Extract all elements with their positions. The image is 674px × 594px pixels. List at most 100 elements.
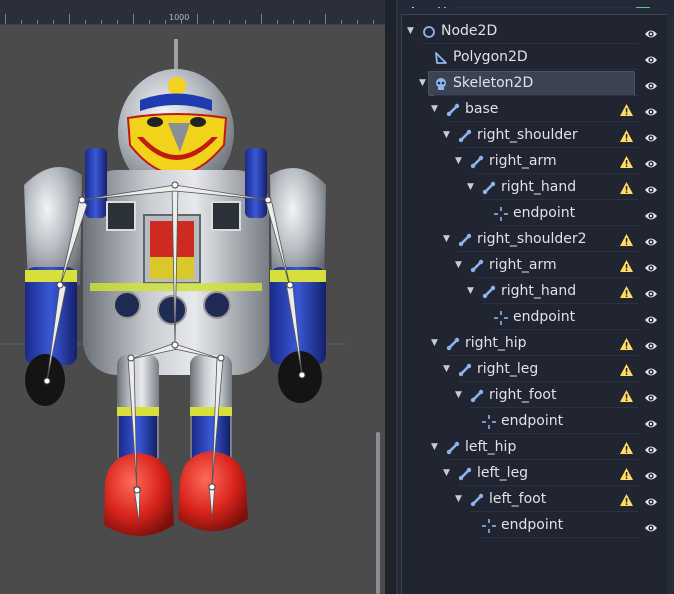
canvas-viewport[interactable]: 1000: [0, 0, 385, 594]
visibility-eye-icon[interactable]: [644, 181, 658, 194]
tree-row-right-arm[interactable]: ▼ right_arm: [402, 252, 668, 278]
tree-row-endpoint[interactable]: endpoint: [402, 512, 668, 538]
expand-arrow-icon[interactable]: ▼: [419, 78, 429, 88]
warning-icon[interactable]: [619, 440, 634, 454]
tree-row-left-hip[interactable]: ▼ left_hip: [402, 434, 668, 460]
warning-icon[interactable]: [619, 388, 634, 402]
ruler-tick: [373, 20, 374, 24]
expand-arrow-icon[interactable]: ▼: [467, 286, 477, 296]
node-label: Skeleton2D: [453, 75, 534, 91]
visibility-eye-icon[interactable]: [644, 415, 658, 428]
visibility-eye-icon[interactable]: [644, 207, 658, 220]
position2d-icon: [494, 310, 508, 325]
node-label: endpoint: [501, 413, 564, 429]
tree-row-right-hip[interactable]: ▼ right_hip: [402, 330, 668, 356]
warning-icon[interactable]: [619, 180, 634, 194]
tree-row-left-foot[interactable]: ▼ left_foot: [402, 486, 668, 512]
visibility-eye-icon[interactable]: [644, 363, 658, 376]
tree-row-endpoint[interactable]: endpoint: [402, 200, 668, 226]
warning-icon[interactable]: [619, 336, 634, 350]
tree-row-right-hand[interactable]: ▼ right_hand: [402, 278, 668, 304]
warning-icon[interactable]: [619, 466, 634, 480]
visibility-eye-icon[interactable]: [644, 493, 658, 506]
tree-row-right-shoulder[interactable]: ▼ right_shoulder: [402, 122, 668, 148]
horizontal-ruler[interactable]: 1000: [0, 0, 385, 25]
bone2d-icon: [470, 154, 484, 169]
expand-arrow-icon[interactable]: ▼: [443, 364, 453, 374]
warning-icon[interactable]: [619, 232, 634, 246]
node-label: Node2D: [441, 23, 498, 39]
warning-icon[interactable]: [619, 102, 634, 116]
visibility-eye-icon[interactable]: [644, 259, 658, 272]
node-label: endpoint: [513, 309, 576, 325]
scene-tree[interactable]: ▼ Node2D Polygon2D ▼ Skeleton2D ▼ base ▼ right_s…: [401, 14, 667, 594]
warning-icon[interactable]: [619, 492, 634, 506]
expand-arrow-icon[interactable]: ▼: [455, 390, 465, 400]
warning-icon[interactable]: [619, 154, 634, 168]
expand-arrow-icon[interactable]: ▼: [443, 468, 453, 478]
visibility-eye-icon[interactable]: [644, 77, 658, 90]
ruler-tick: [85, 20, 86, 24]
row-divider: [482, 537, 638, 538]
node2d-icon: [422, 24, 436, 38]
tree-row-right-foot[interactable]: ▼ right_foot: [402, 382, 668, 408]
visibility-eye-icon[interactable]: [644, 233, 658, 246]
tree-row-right-leg[interactable]: ▼ right_leg: [402, 356, 668, 382]
tree-row-skeleton2d[interactable]: ▼ Skeleton2D: [402, 70, 668, 96]
ruler-tick: [37, 20, 38, 24]
expand-arrow-icon[interactable]: ▼: [455, 156, 465, 166]
ruler-tick: [309, 20, 310, 24]
visibility-eye-icon[interactable]: [644, 311, 658, 324]
robot-sprite[interactable]: [0, 25, 385, 594]
bone2d-icon: [446, 336, 460, 351]
tree-row-right-hand[interactable]: ▼ right_hand: [402, 174, 668, 200]
ruler-tick: [69, 14, 70, 24]
visibility-eye-icon[interactable]: [644, 337, 658, 350]
tree-row-right-shoulder2[interactable]: ▼ right_shoulder2: [402, 226, 668, 252]
tree-row-node2d[interactable]: ▼ Node2D: [402, 18, 668, 44]
polygon2d-icon: [434, 50, 448, 64]
visibility-eye-icon[interactable]: [644, 51, 658, 64]
tree-row-polygon2d[interactable]: Polygon2D: [402, 44, 668, 70]
expand-arrow-icon[interactable]: ▼: [443, 234, 453, 244]
expand-arrow-icon[interactable]: ▼: [467, 182, 477, 192]
node-label: left_hip: [465, 439, 517, 455]
visibility-eye-icon[interactable]: [644, 155, 658, 168]
ruler-tick: [245, 20, 246, 24]
expand-arrow-icon[interactable]: ▼: [407, 26, 417, 36]
tree-row-endpoint[interactable]: endpoint: [402, 408, 668, 434]
visibility-eye-icon[interactable]: [644, 467, 658, 480]
node-label: endpoint: [501, 517, 564, 533]
tree-row-left-leg[interactable]: ▼ left_leg: [402, 460, 668, 486]
expand-arrow-icon[interactable]: ▼: [443, 130, 453, 140]
dock-splitter[interactable]: [385, 0, 398, 594]
expand-arrow-icon[interactable]: ▼: [431, 442, 441, 452]
expand-arrow-icon[interactable]: ▼: [455, 260, 465, 270]
visibility-eye-icon[interactable]: [644, 103, 658, 116]
viewport-vertical-scrollbar[interactable]: [376, 432, 380, 594]
warning-icon[interactable]: [619, 128, 634, 142]
warning-icon[interactable]: [619, 362, 634, 376]
expand-arrow-icon[interactable]: ▼: [455, 494, 465, 504]
visibility-eye-icon[interactable]: [644, 285, 658, 298]
ruler-tick: [117, 20, 118, 24]
ruler-tick: [5, 14, 6, 24]
expand-arrow-icon[interactable]: ▼: [431, 104, 441, 114]
scene-tree-scrollbar[interactable]: [668, 14, 673, 594]
expand-arrow-icon[interactable]: ▼: [431, 338, 441, 348]
ruler-tick: [149, 20, 150, 24]
visibility-eye-icon[interactable]: [644, 129, 658, 142]
ruler-tick: [197, 14, 198, 24]
tree-row-endpoint[interactable]: endpoint: [402, 304, 668, 330]
visibility-eye-icon[interactable]: [644, 389, 658, 402]
warning-icon[interactable]: [619, 284, 634, 298]
visibility-eye-icon[interactable]: [644, 25, 658, 38]
skeleton2d-icon: [434, 76, 448, 90]
tree-row-right-arm[interactable]: ▼ right_arm: [402, 148, 668, 174]
tree-row-base[interactable]: ▼ base: [402, 96, 668, 122]
warning-icon[interactable]: [619, 258, 634, 272]
scene-dock: ▼ Node2D Polygon2D ▼ Skeleton2D ▼ base ▼ right_s…: [398, 0, 674, 594]
node-label: right_hip: [465, 335, 527, 351]
visibility-eye-icon[interactable]: [644, 441, 658, 454]
visibility-eye-icon[interactable]: [644, 519, 658, 532]
